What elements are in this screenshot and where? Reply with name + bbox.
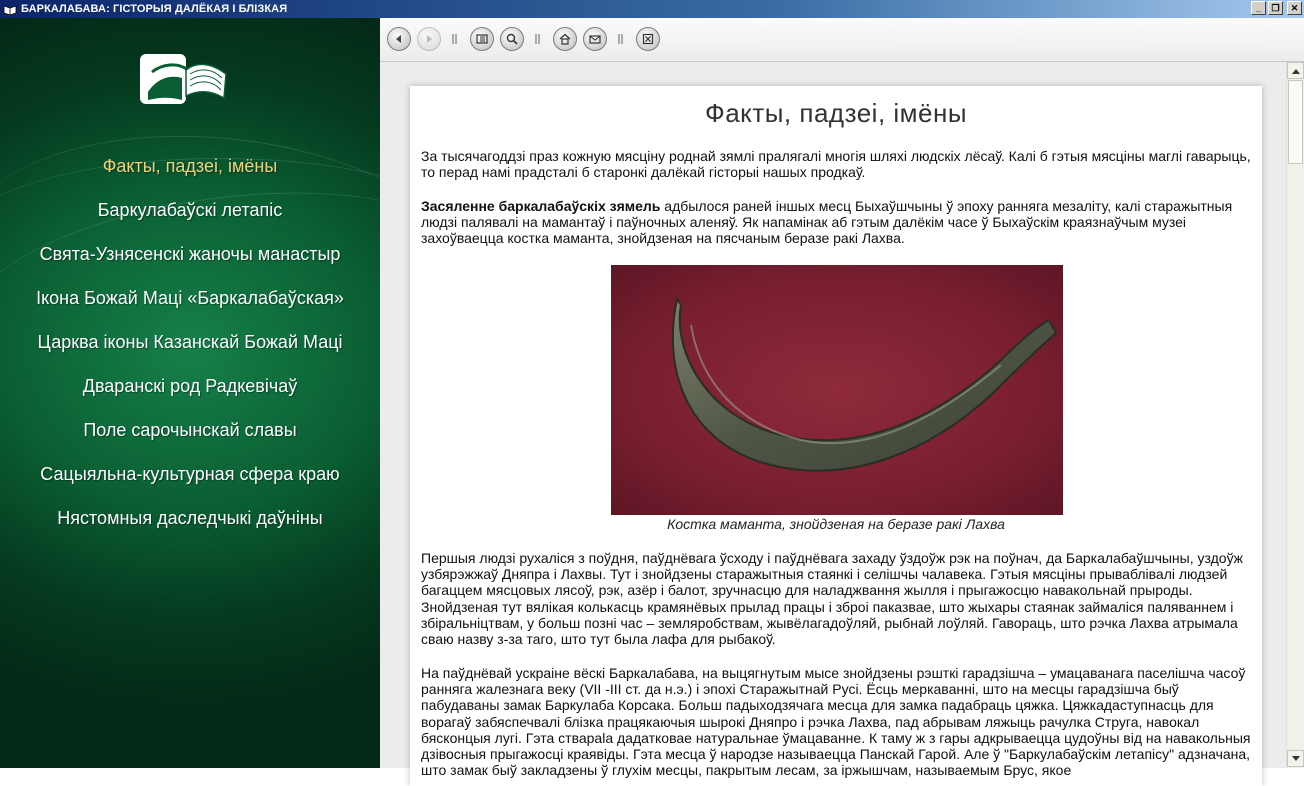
search-icon	[506, 33, 518, 45]
search-button[interactable]	[500, 27, 524, 51]
toolbar-separator	[535, 34, 540, 44]
mammoth-tusk-image	[671, 296, 1058, 472]
photo-caption: Костка маманта, знойдзеная на беразе рак…	[667, 516, 1005, 532]
chevron-down-icon	[1291, 755, 1300, 761]
sidebar-item-chronicle[interactable]: Баркулабаўскі летапіс	[0, 196, 380, 240]
home-button[interactable]	[553, 27, 577, 51]
toolbar-separator	[618, 34, 623, 44]
back-button[interactable]	[387, 27, 411, 51]
app-book-icon	[3, 5, 17, 15]
window-title: БАРКАЛАБАВА: ГІСТОРЫЯ ДАЛЁКАЯ І БЛІЗКАЯ	[21, 3, 288, 15]
content-scrollbar[interactable]	[1286, 62, 1304, 768]
paragraph-settlement: Засяленне баркалабаўскіх зямель адбылося…	[421, 198, 1253, 247]
sidebar-nav: Факты, падзеі, імёны Баркулабаўскі летап…	[0, 152, 380, 548]
sidebar-item-radkevich[interactable]: Дваранскі род Радкевічаў	[0, 372, 380, 416]
scroll-down-button[interactable]	[1287, 750, 1304, 767]
back-arrow-icon	[396, 35, 401, 43]
maximize-button[interactable]: ❐	[1268, 1, 1283, 15]
paragraph-settlement-heading: Засяленне баркалабаўскіх зямель	[421, 198, 661, 214]
paragraph-hillfort: На паўднёвай ускраіне вёскі Баркалабава,…	[421, 665, 1251, 779]
page-title: Факты, падзеі, імёны	[704, 98, 968, 128]
sidebar-item-researchers[interactable]: Нястомныя даследчыкі даўніны	[0, 504, 380, 548]
close-button[interactable]: ✕	[1287, 1, 1302, 15]
sidebar-item-icon[interactable]: Ікона Божай Маці «Баркалабаўская»	[0, 284, 380, 328]
contents-icon	[476, 34, 488, 44]
mammoth-tusk-photo	[611, 265, 1063, 515]
forward-button[interactable]	[417, 27, 441, 51]
sidebar-item-social[interactable]: Сацыяльна-культурная сфера краю	[0, 460, 380, 504]
minimize-button[interactable]: _	[1251, 1, 1266, 15]
scroll-thumb[interactable]	[1288, 80, 1303, 164]
sidebar-item-field[interactable]: Поле сарочынскай славы	[0, 416, 380, 460]
sidebar-item-facts[interactable]: Факты, падзеі, імёны	[0, 152, 380, 196]
book-logo-icon	[140, 54, 227, 104]
chevron-up-icon	[1291, 68, 1300, 74]
exit-button[interactable]	[636, 27, 660, 51]
sidebar-item-church[interactable]: Царква іконы Казанскай Божай Маці	[0, 328, 380, 372]
paragraph-first-people: Першыя людзі рухаліся з поўдня, паўднёва…	[421, 550, 1243, 648]
exit-icon	[642, 33, 654, 45]
window-controls: _ ❐ ✕	[1251, 1, 1302, 15]
paragraph-intro: За тысячагоддзі праз кожную мясціну родн…	[421, 148, 1251, 181]
window-titlebar: БАРКАЛАБАВА: ГІСТОРЫЯ ДАЛЁКАЯ І БЛІЗКАЯ …	[0, 0, 1304, 18]
mail-icon	[589, 35, 601, 44]
mail-button[interactable]	[583, 27, 607, 51]
sidebar: Факты, падзеі, імёны Баркулабаўскі летап…	[0, 18, 380, 768]
home-icon	[559, 33, 571, 45]
forward-arrow-icon	[427, 35, 432, 43]
sidebar-item-monastery[interactable]: Свята-Узнясенскі жаночы манастыр	[0, 240, 380, 284]
toolbar	[380, 18, 1304, 62]
scroll-up-button[interactable]	[1287, 62, 1304, 79]
toolbar-separator	[452, 34, 457, 44]
contents-button[interactable]	[470, 27, 494, 51]
article-page: Факты, падзеі, імёны За тысячагоддзі пра…	[410, 86, 1262, 786]
